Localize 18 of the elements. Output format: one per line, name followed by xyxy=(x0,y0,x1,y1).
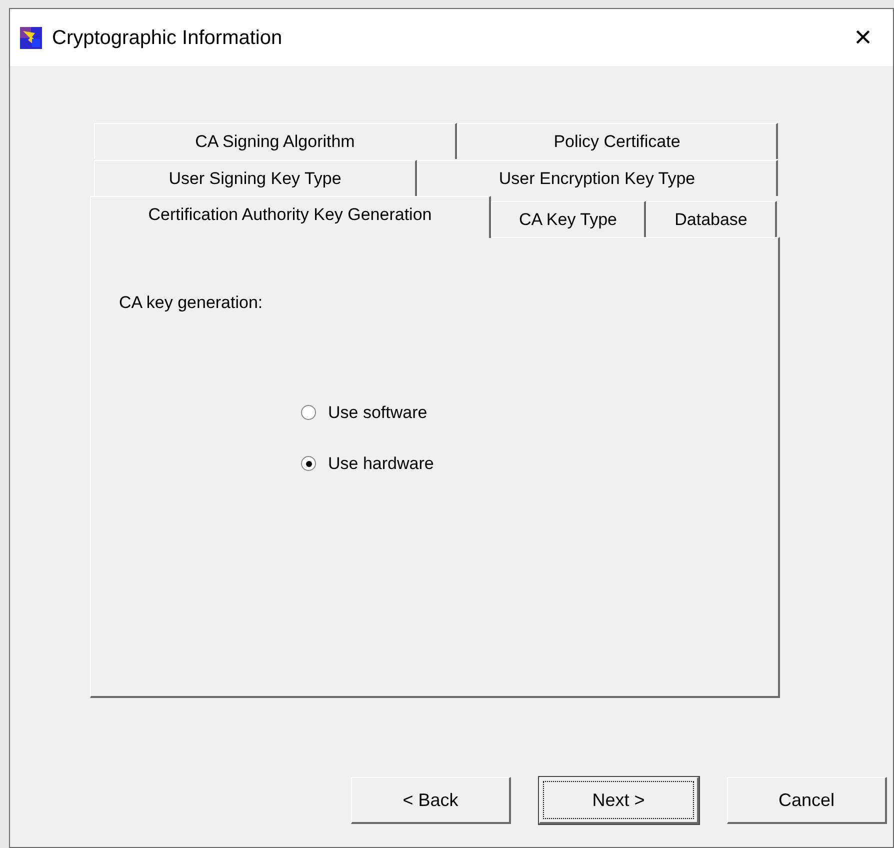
radio-option[interactable]: Use software xyxy=(301,400,428,425)
radio-button[interactable] xyxy=(301,456,316,472)
window-title: Cryptographic Information xyxy=(52,26,282,50)
dialog-button[interactable]: < Back xyxy=(351,777,511,824)
radio-button[interactable] xyxy=(301,404,316,420)
tab[interactable]: User Signing Key Type xyxy=(94,160,417,196)
tab[interactable]: User Encryption Key Type xyxy=(417,160,778,196)
dialog-button[interactable]: Cancel xyxy=(727,777,887,824)
tab[interactable]: Policy Certificate xyxy=(457,123,778,159)
radio-option[interactable]: Use hardware xyxy=(301,451,434,476)
close-button[interactable]: × xyxy=(843,18,883,58)
panel-label: CA key generation: xyxy=(119,292,264,314)
app-icon xyxy=(20,26,42,48)
dialog-button[interactable]: Next > xyxy=(539,777,699,824)
tab[interactable]: Database xyxy=(646,201,777,237)
tab[interactable]: CA Signing Algorithm xyxy=(94,123,457,159)
tab[interactable]: Certification Authority Key Generation xyxy=(90,196,491,238)
tab[interactable]: CA Key Type xyxy=(491,201,646,237)
